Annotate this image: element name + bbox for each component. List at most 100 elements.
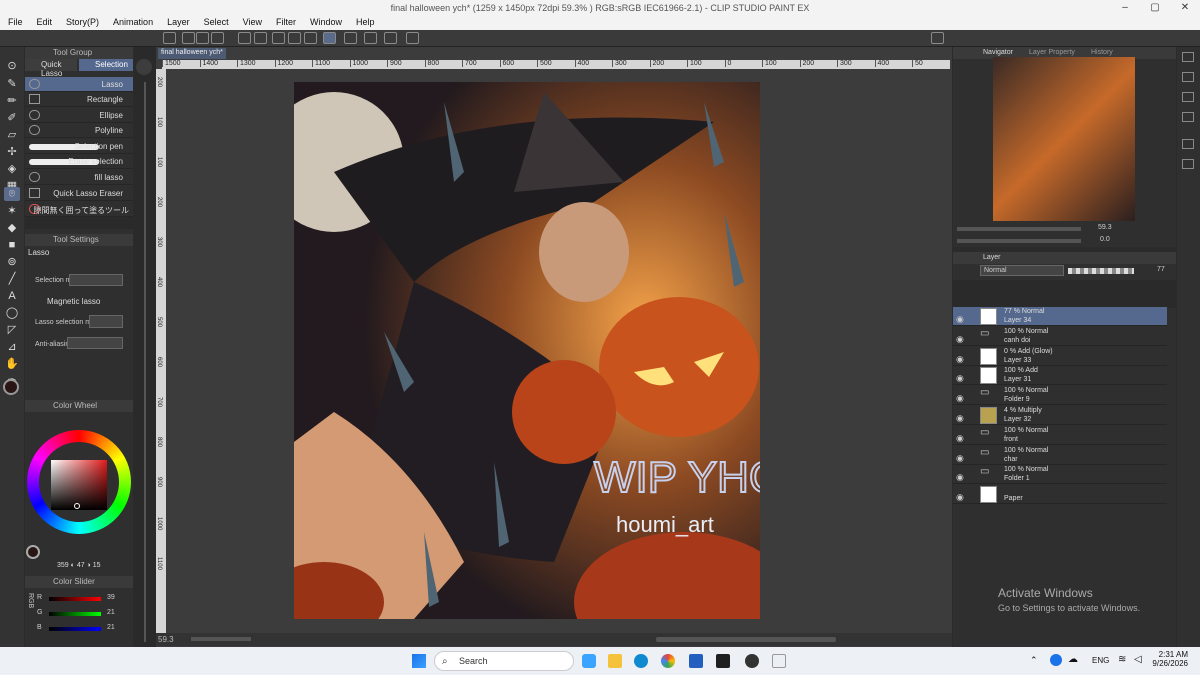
navigator-zoom-slider[interactable] (957, 227, 1081, 231)
eraser-tool-icon[interactable]: ▱ (4, 128, 20, 142)
lasso-mode-buttons[interactable] (89, 315, 123, 328)
redo-icon[interactable] (254, 32, 267, 44)
eye-icon[interactable]: ◉ (956, 492, 966, 502)
close-button[interactable]: ✕ (1170, 0, 1200, 15)
blend-mode-select[interactable]: Normal (980, 265, 1064, 276)
brush-tool-icon[interactable]: ✐ (4, 111, 20, 125)
blend-tool-icon[interactable]: ✢ (4, 145, 20, 159)
new-file-icon[interactable] (163, 32, 176, 44)
layer-row[interactable]: ◉ 100 % Add Layer 31 (953, 366, 1167, 386)
eye-icon[interactable]: ◉ (956, 413, 966, 423)
help-icon[interactable] (406, 32, 419, 44)
onedrive-icon[interactable]: ☁ (1068, 654, 1078, 665)
layer-row[interactable]: ◉ ▭ 100 % Normal front (953, 426, 1167, 445)
saturation-value-box[interactable] (51, 460, 107, 510)
eye-icon[interactable]: ◉ (956, 354, 966, 364)
view-tool-icon[interactable]: ⊙ (4, 59, 20, 73)
figure-tool-icon[interactable]: ⊚ (4, 255, 20, 269)
clip-studio-icon[interactable] (772, 654, 786, 668)
lasso-tool-icon[interactable]: ⌾ (4, 187, 20, 201)
layer-row[interactable]: ◉ ▭ 100 % Normal char (953, 446, 1167, 465)
eye-icon[interactable]: ◉ (956, 472, 966, 482)
color-picker-cursor[interactable] (74, 503, 80, 509)
horizontal-scrollbar[interactable] (656, 637, 836, 642)
pen-tool-icon[interactable]: ✎ (4, 77, 20, 91)
slider-b[interactable] (49, 627, 101, 631)
paint-app-icon[interactable] (745, 654, 759, 668)
subtool-erase-selection[interactable]: Erase selection (25, 154, 133, 169)
document-tab[interactable]: final halloween ych* (158, 48, 226, 59)
maximize-button[interactable]: ▢ (1140, 0, 1170, 15)
menu-select[interactable]: Select (196, 15, 235, 27)
edge-icon[interactable] (634, 654, 648, 668)
navigator-rotate-slider[interactable] (957, 239, 1081, 243)
dock-icon-1[interactable] (1182, 52, 1194, 62)
main-color-swatch[interactable] (3, 379, 19, 395)
undo-icon[interactable] (238, 32, 251, 44)
menu-help[interactable]: Help (348, 15, 381, 27)
menu-view[interactable]: View (235, 15, 268, 27)
subtool-selection-pen[interactable]: Selection pen (25, 139, 133, 154)
layer-row[interactable]: ◉ ▭ 100 % Normal Folder 9 (953, 386, 1167, 406)
layer-row[interactable]: ◉ ▭ 100 % Normal Folder 1 (953, 465, 1167, 485)
navigator-preview[interactable] (993, 57, 1135, 221)
balloon-tool-icon[interactable]: ◯ (4, 306, 20, 320)
frame-tool-icon[interactable]: ◸ (4, 323, 20, 337)
dock-icon-2[interactable] (1182, 72, 1194, 82)
file-explorer-icon[interactable] (608, 654, 622, 668)
taskbar-search[interactable]: Search (434, 651, 574, 671)
menu-filter[interactable]: Filter (268, 15, 302, 27)
subtool-quick-lasso-eraser[interactable]: Quick Lasso Eraser (25, 186, 133, 201)
menu-animation[interactable]: Animation (105, 15, 159, 27)
pencil-tool-icon[interactable]: ✏ (4, 94, 20, 108)
eye-icon[interactable]: ◉ (956, 373, 966, 383)
open-icon[interactable] (182, 32, 195, 44)
zoom-slider[interactable] (191, 637, 251, 641)
eye-icon[interactable]: ◉ (956, 433, 966, 443)
eye-icon[interactable]: ◉ (956, 314, 966, 324)
tab-navigator[interactable]: Navigator (983, 49, 1013, 56)
snap-icon[interactable] (344, 32, 357, 44)
copilot-icon[interactable] (582, 654, 596, 668)
brush-size-slider[interactable] (144, 82, 146, 642)
subtool-gap-fill[interactable]: 隙間無く囲って塗るツール (25, 202, 133, 217)
subtool-lasso[interactable]: Lasso (25, 77, 133, 92)
chrome-icon[interactable] (661, 654, 675, 668)
menu-window[interactable]: Window (302, 15, 348, 27)
slider-r[interactable] (49, 597, 101, 601)
subtool-rectangle[interactable]: Rectangle (25, 92, 133, 107)
volume-icon[interactable]: ◁ (1134, 654, 1142, 665)
grid-snap-icon[interactable] (384, 32, 397, 44)
fill-icon[interactable] (288, 32, 301, 44)
clear-icon[interactable] (272, 32, 285, 44)
app-icon[interactable] (716, 654, 730, 668)
eye-icon[interactable]: ◉ (956, 334, 966, 344)
export-icon[interactable] (211, 32, 224, 44)
text-tool-icon[interactable]: A (4, 289, 20, 303)
eye-icon[interactable]: ◉ (956, 393, 966, 403)
opacity-slider[interactable] (1068, 268, 1134, 274)
menu-edit[interactable]: Edit (29, 15, 59, 27)
store-icon[interactable] (689, 654, 703, 668)
slider-g[interactable] (49, 612, 101, 616)
minimize-button[interactable]: – (1110, 0, 1140, 15)
menu-file[interactable]: File (0, 15, 29, 27)
bucket-tool-icon[interactable]: ◆ (4, 221, 20, 235)
save-icon[interactable] (196, 32, 209, 44)
layer-row[interactable]: ◉ 0 % Add (Glow) Layer 33 (953, 347, 1167, 366)
selection-mode-buttons[interactable] (69, 274, 123, 286)
tab-layer-property[interactable]: Layer Property (1029, 49, 1075, 56)
tab-history[interactable]: History (1091, 49, 1113, 56)
windows-start-icon[interactable] (412, 654, 426, 668)
layer-row[interactable]: ◉ Paper (953, 485, 1167, 505)
language-indicator[interactable]: ENG (1092, 656, 1109, 665)
line-tool-icon[interactable]: ╱ (4, 272, 20, 286)
menu-layer[interactable]: Layer (159, 15, 196, 27)
layer-row[interactable]: ◉ ▭ 100 % Normal canh doi (953, 327, 1167, 346)
magnetic-lasso-checkbox[interactable]: Magnetic lasso (35, 297, 100, 306)
magic-wand-icon[interactable]: ✶ (4, 204, 20, 218)
ruler-tool-icon[interactable]: ⊿ (4, 340, 20, 354)
subtool-fill-lasso[interactable]: fill lasso (25, 170, 133, 185)
tab-quick-lasso[interactable]: Quick Lasso (25, 59, 77, 78)
current-color-swatch[interactable] (26, 545, 40, 559)
